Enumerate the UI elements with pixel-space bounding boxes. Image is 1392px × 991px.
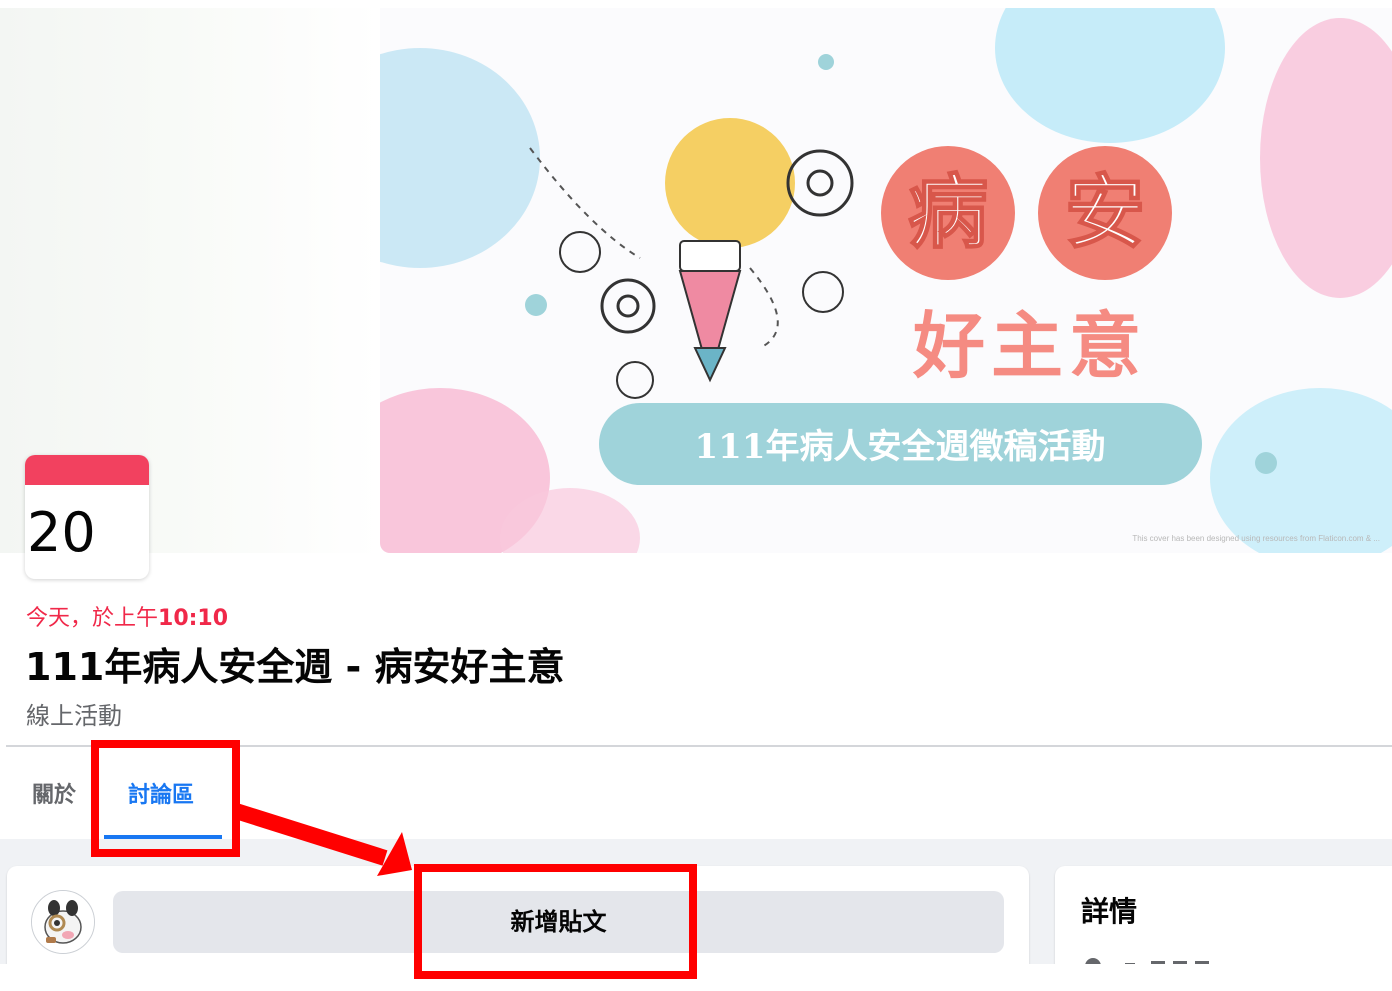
event-title: 111年病人安全週 - 病安好主意 <box>25 645 565 689</box>
badge-char-1: 病 <box>908 165 988 259</box>
badge-char-2: 安 <box>1065 165 1145 259</box>
event-time: 今天，於上午10:10 <box>26 600 228 632</box>
calendar-header <box>25 455 149 485</box>
event-time-value: 10:10 <box>158 606 229 631</box>
avatar[interactable] <box>31 890 95 954</box>
annotation-highlight-discussion-tab <box>91 740 240 857</box>
details-row-peek <box>1081 952 1241 964</box>
details-title: 詳情 <box>1081 895 1138 928</box>
event-type: 線上活動 <box>26 702 122 730</box>
tab-about[interactable]: 關於 <box>32 777 76 809</box>
event-date-card: 20 <box>25 455 149 579</box>
event-cover-image: 病 安 好主意 111年病人安全週徵稿活動 This cover has bee… <box>380 8 1392 553</box>
cover-banner-text: 111年病人安全週徵稿活動 <box>695 427 1106 467</box>
event-date-day: 20 <box>27 501 96 564</box>
event-time-prefix: 今天，於上午 <box>26 606 159 631</box>
cover-credit: This cover has been designed using resou… <box>1132 534 1380 543</box>
annotation-highlight-new-post <box>414 864 697 979</box>
lightbulb-icon <box>665 118 795 248</box>
cover-subtitle: 好主意 <box>912 303 1147 388</box>
